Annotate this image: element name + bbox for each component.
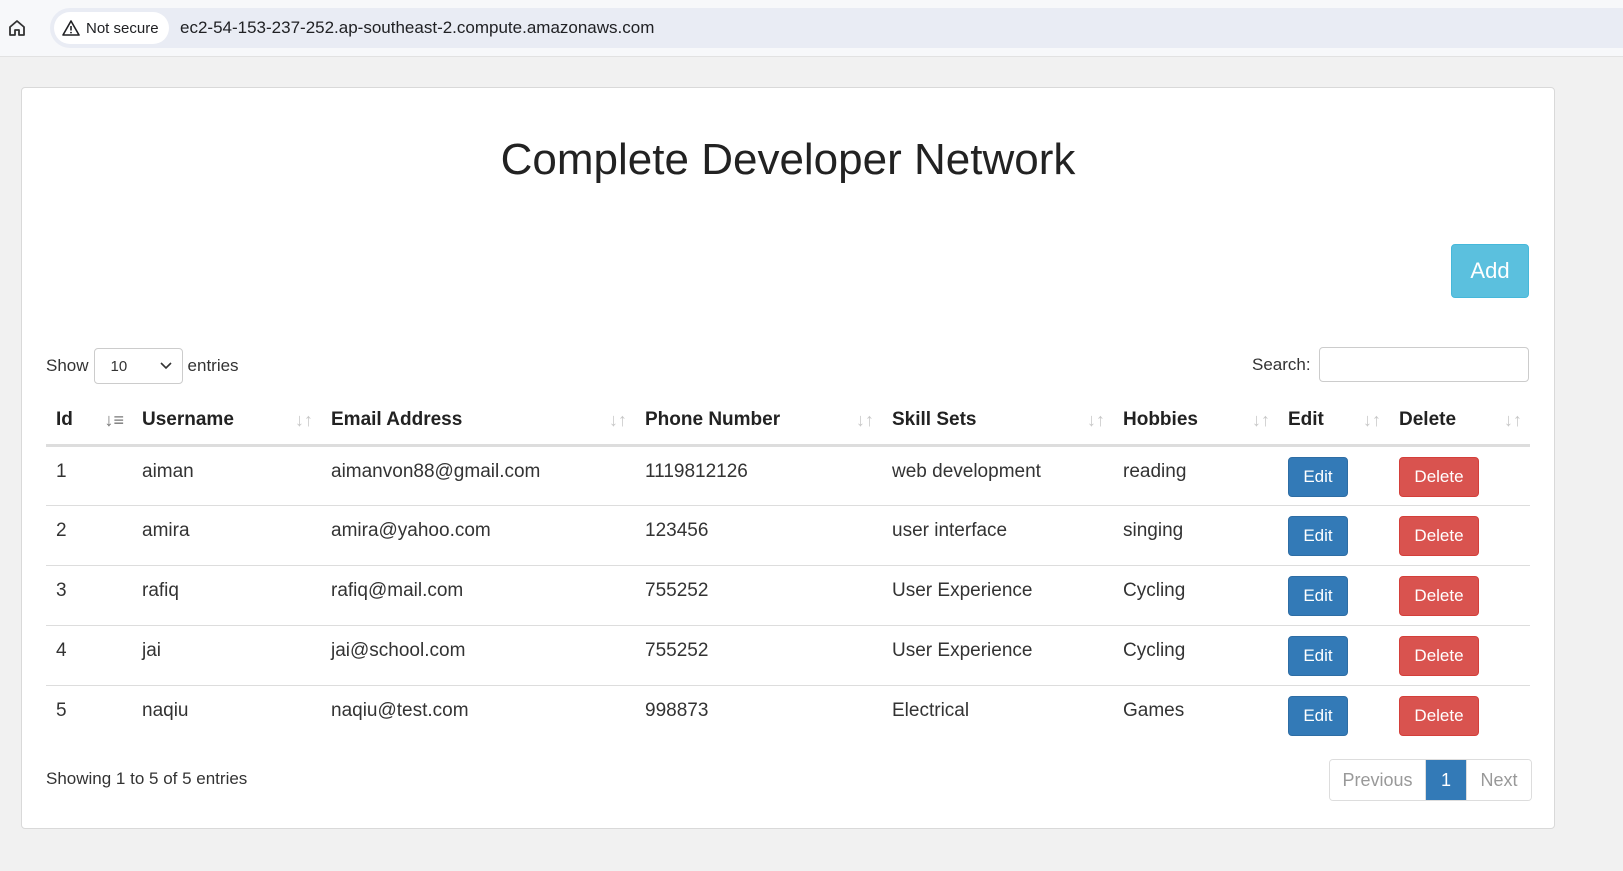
cell-username: amira <box>132 505 321 566</box>
search-control: Search: <box>1252 347 1529 382</box>
cell-id: 5 <box>56 700 67 721</box>
table-row: 3 rafiq rafiq@mail.com 755252 User Exper… <box>46 565 1530 626</box>
table-row: 2 amira amira@yahoo.com 123456 user inte… <box>46 505 1530 566</box>
show-label: Show <box>46 356 89 375</box>
pagination: Previous 1 Next <box>1329 759 1532 801</box>
cell-skills: Electrical <box>892 700 970 721</box>
browser-toolbar: Not secure ec2-54-153-237-252.ap-southea… <box>0 0 1623 57</box>
cell-phone: 755252 <box>635 565 882 626</box>
cell-phone: 998873 <box>645 700 709 721</box>
chevron-down-icon <box>159 362 172 370</box>
cell-skills: User Experience <box>882 565 1113 626</box>
column-header-hobbies[interactable]: Hobbies ↓↑ <box>1113 396 1278 447</box>
sort-icon: ↓↑ <box>1363 410 1381 430</box>
sort-icon: ↓↑ <box>1504 410 1522 430</box>
column-header-email[interactable]: Email Address ↓↑ <box>321 396 635 447</box>
delete-button[interactable]: Delete <box>1399 457 1479 497</box>
entries-length-control: Show 10 entries <box>46 348 239 384</box>
entries-select-value: 10 <box>110 357 128 375</box>
warning-icon <box>62 20 80 36</box>
sort-icon: ↓↑ <box>609 410 627 430</box>
cell-skills: web development <box>882 445 1113 506</box>
home-icon[interactable] <box>7 18 27 38</box>
cell-id: 3 <box>46 565 132 626</box>
add-button[interactable]: Add <box>1451 244 1529 298</box>
next-page-button[interactable]: Next <box>1466 760 1531 800</box>
cell-hobbies: Games <box>1123 700 1185 721</box>
column-header-edit[interactable]: Edit ↓↑ <box>1278 396 1389 447</box>
cell-email: aimanvon88@gmail.com <box>321 445 635 506</box>
sort-icon: ↓↑ <box>1252 410 1270 430</box>
cell-hobbies: singing <box>1113 505 1278 566</box>
search-input[interactable] <box>1318 347 1529 382</box>
main-panel: Complete Developer Network Add Show 10 e… <box>21 87 1555 829</box>
developers-table: Id ↓≡ Username ↓↑ Email Address ↓↑ Phone Nu… <box>46 396 1530 746</box>
delete-button[interactable]: Delete <box>1399 516 1479 556</box>
table-row: 5 naqiu naqiu@test.com 998873 Electrical… <box>46 686 1530 746</box>
cell-email: amira@yahoo.com <box>321 505 635 566</box>
cell-delete: Delete <box>1389 445 1530 506</box>
column-header-skills[interactable]: Skill Sets ↓↑ <box>882 396 1113 447</box>
cell-email: jai@school.com <box>321 625 635 686</box>
security-chip[interactable]: Not secure <box>54 12 169 44</box>
security-label: Not secure <box>86 19 159 37</box>
cell-edit: Edit <box>1278 505 1389 566</box>
cell-hobbies: Cycling <box>1113 565 1278 626</box>
cell-skills: user interface <box>882 505 1113 566</box>
edit-button[interactable]: Edit <box>1288 457 1348 497</box>
table-info: Showing 1 to 5 of 5 entries <box>46 769 248 788</box>
search-label: Search: <box>1252 354 1311 374</box>
cell-delete: Delete <box>1389 565 1530 626</box>
cell-delete: Delete <box>1389 686 1530 746</box>
cell-hobbies: reading <box>1113 445 1278 506</box>
cell-hobbies: Cycling <box>1113 625 1278 686</box>
edit-button[interactable]: Edit <box>1288 516 1348 556</box>
address-bar[interactable]: Not secure ec2-54-153-237-252.ap-southea… <box>50 8 1623 48</box>
cell-edit: Edit <box>1278 625 1389 686</box>
cell-delete: Delete <box>1389 505 1530 566</box>
edit-button[interactable]: Edit <box>1288 636 1348 676</box>
column-header-phone[interactable]: Phone Number ↓↑ <box>635 396 882 447</box>
sort-icon: ↓↑ <box>856 410 874 430</box>
cell-edit: Edit <box>1278 565 1389 626</box>
edit-button[interactable]: Edit <box>1288 576 1348 616</box>
sort-asc-icon: ↓≡ <box>104 410 124 430</box>
url-text[interactable]: ec2-54-153-237-252.ap-southeast-2.comput… <box>180 18 654 38</box>
column-header-username[interactable]: Username ↓↑ <box>132 396 321 447</box>
cell-email: naqiu@test.com <box>331 700 469 721</box>
cell-phone: 1119812126 <box>635 445 882 506</box>
table-header-row: Id ↓≡ Username ↓↑ Email Address ↓↑ Phone Nu… <box>46 396 1530 447</box>
table-row: 4 jai jai@school.com 755252 User Experie… <box>46 625 1530 686</box>
entries-label: entries <box>187 356 239 375</box>
column-header-delete[interactable]: Delete ↓↑ <box>1389 396 1530 447</box>
column-header-id[interactable]: Id ↓≡ <box>46 396 132 447</box>
cell-delete: Delete <box>1389 625 1530 686</box>
cell-username: jai <box>132 625 321 686</box>
entries-select[interactable]: 10 <box>93 348 183 384</box>
cell-id: 1 <box>46 445 132 506</box>
page-1-button[interactable]: 1 <box>1426 760 1466 800</box>
cell-id: 4 <box>46 625 132 686</box>
page-title: Complete Developer Network <box>500 135 1076 184</box>
delete-button[interactable]: Delete <box>1399 696 1479 736</box>
cell-phone: 755252 <box>635 625 882 686</box>
cell-edit: Edit <box>1278 686 1389 746</box>
sort-icon: ↓↑ <box>1087 410 1105 430</box>
cell-edit: Edit <box>1278 445 1389 506</box>
cell-skills: User Experience <box>882 625 1113 686</box>
cell-username: naqiu <box>142 700 189 721</box>
delete-button[interactable]: Delete <box>1399 636 1479 676</box>
cell-id: 2 <box>46 505 132 566</box>
delete-button[interactable]: Delete <box>1399 576 1479 616</box>
cell-email: rafiq@mail.com <box>321 565 635 626</box>
table-row: 1 aiman aimanvon88@gmail.com 1119812126 … <box>46 445 1530 506</box>
cell-username: aiman <box>132 445 321 506</box>
cell-phone: 123456 <box>635 505 882 566</box>
sort-icon: ↓↑ <box>295 410 313 430</box>
edit-button[interactable]: Edit <box>1288 696 1348 736</box>
cell-username: rafiq <box>132 565 321 626</box>
previous-page-button[interactable]: Previous <box>1330 760 1426 800</box>
